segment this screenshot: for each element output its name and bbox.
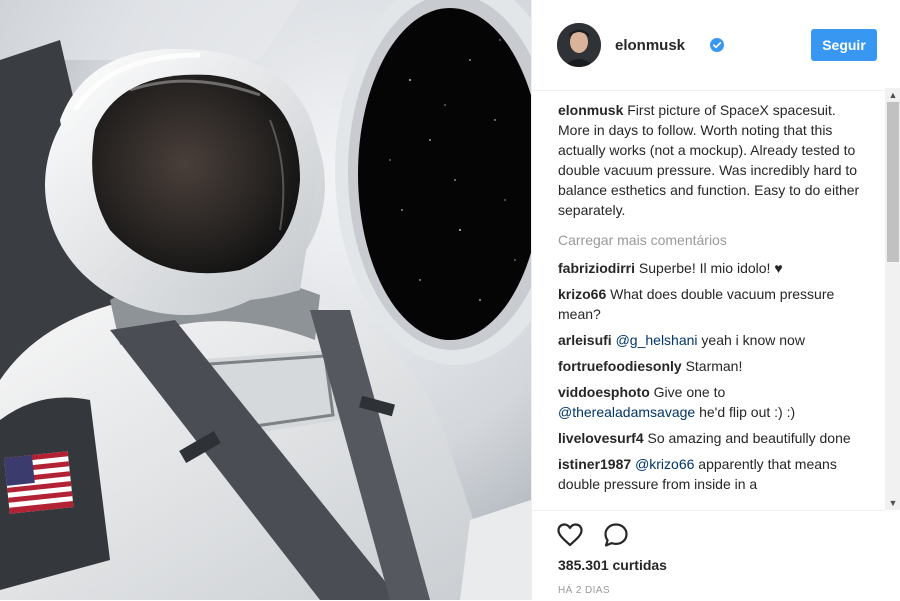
comment: viddoesphoto Give one to @therealadamsav… xyxy=(558,382,863,422)
caption-username[interactable]: elonmusk xyxy=(558,102,623,118)
post-header: elonmusk Seguir xyxy=(532,0,885,91)
comment-username[interactable]: livelovesurf4 xyxy=(558,430,644,446)
heart-outline-icon[interactable] xyxy=(556,521,584,549)
comment: arleisufi @g_helshani yeah i know now xyxy=(558,330,863,350)
likes-count[interactable]: 385.301 curtidas xyxy=(558,557,667,573)
comment-username[interactable]: viddoesphoto xyxy=(558,384,650,400)
scrollbar-thumb[interactable] xyxy=(887,102,899,262)
post-actions: 385.301 curtidas HÁ 2 DIAS xyxy=(532,510,885,601)
comment: krizo66 What does double vacuum pressure… xyxy=(558,284,863,324)
author-username[interactable]: elonmusk xyxy=(615,37,685,54)
comments-scrollbar[interactable]: ▲ ▼ xyxy=(885,88,900,510)
comment-mention[interactable]: @g_helshani xyxy=(616,332,698,348)
comment-text: So amazing and beautifully done xyxy=(647,430,851,446)
comment-username[interactable]: arleisufi xyxy=(558,332,612,348)
comment-text: Superbe! Il mio idolo! ♥ xyxy=(638,260,783,276)
scroll-up-arrow-icon[interactable]: ▲ xyxy=(885,88,900,102)
comment-mention[interactable]: @therealadamsavage xyxy=(558,404,695,420)
speech-bubble-icon[interactable] xyxy=(602,521,630,549)
comment-mention[interactable]: @krizo66 xyxy=(635,456,694,472)
spacesuit-photo xyxy=(0,0,531,600)
comment-text: Starman! xyxy=(685,358,743,374)
avatar-image xyxy=(557,23,601,67)
comment-username[interactable]: fortruefoodiesonly xyxy=(558,358,682,374)
post-sidebar: elonmusk Seguir elonmusk First picture o… xyxy=(531,0,900,600)
comments-list: elonmusk First picture of SpaceX spacesu… xyxy=(558,98,863,508)
comment-text: Give one to xyxy=(653,384,726,400)
comment-username[interactable]: fabriziodirri xyxy=(558,260,635,276)
comment: istiner1987 @krizo66 apparently that mea… xyxy=(558,454,863,494)
load-more-comments-link[interactable]: Carregar mais comentários xyxy=(558,230,863,250)
comment-text: yeah i know now xyxy=(701,332,805,348)
caption-text: First picture of SpaceX spacesuit. More … xyxy=(558,102,860,218)
scroll-down-arrow-icon[interactable]: ▼ xyxy=(885,496,900,510)
post-photo xyxy=(0,0,531,600)
comment: fortruefoodiesonly Starman! xyxy=(558,356,863,376)
comment-username[interactable]: krizo66 xyxy=(558,286,606,302)
comment: livelovesurf4 So amazing and beautifully… xyxy=(558,428,863,448)
comment-text-continued: he'd flip out :) :) xyxy=(699,404,796,420)
verified-badge-icon xyxy=(710,38,724,52)
post-timestamp[interactable]: HÁ 2 DIAS xyxy=(558,585,610,596)
comment: fabriziodirri Superbe! Il mio idolo! ♥ xyxy=(558,258,863,278)
avatar[interactable] xyxy=(557,23,601,67)
caption: elonmusk First picture of SpaceX spacesu… xyxy=(558,100,863,220)
comment-username[interactable]: istiner1987 xyxy=(558,456,631,472)
follow-button[interactable]: Seguir xyxy=(811,29,877,61)
